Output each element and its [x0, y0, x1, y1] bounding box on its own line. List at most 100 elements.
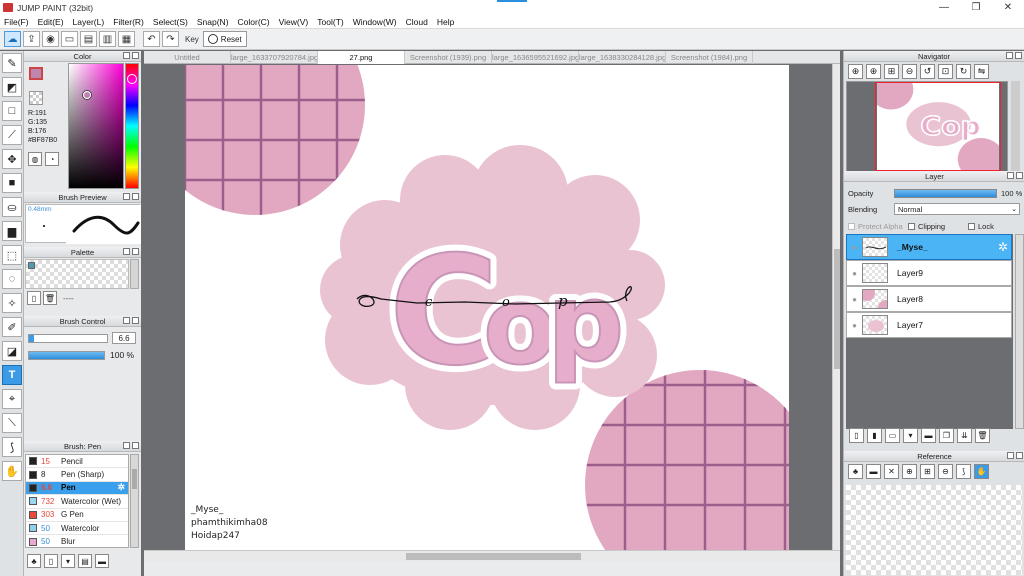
- eyedropper-tool-icon[interactable]: ⟆: [2, 437, 22, 457]
- hue-slider[interactable]: [125, 63, 139, 189]
- layer-row[interactable]: ● _Myse_ ✲: [846, 234, 1012, 260]
- new-palette-icon[interactable]: ▯: [27, 291, 41, 305]
- canvas-area[interactable]: C C o o p p c o p _Myse_ phamthikimha08 …: [144, 64, 832, 550]
- bucket-tool-icon[interactable]: ⛀: [2, 197, 22, 217]
- panel-close-icon[interactable]: [132, 317, 139, 324]
- tab-document[interactable]: Screenshot (1939).png: [405, 51, 492, 64]
- panel-close-icon[interactable]: [132, 52, 139, 59]
- palette-swatch[interactable]: [28, 262, 35, 269]
- brush-tool-icon[interactable]: ✎: [2, 53, 22, 73]
- panel-menu-icon[interactable]: [123, 193, 130, 200]
- visibility-icon[interactable]: ●: [847, 321, 862, 330]
- hue-slider-handle[interactable]: [127, 74, 137, 84]
- layer-row[interactable]: ● Layer8: [846, 286, 1012, 312]
- layer-list-scrollbar[interactable]: [1015, 234, 1024, 429]
- move-tool-icon[interactable]: ✥: [2, 149, 22, 169]
- panel-close-icon[interactable]: [132, 248, 139, 255]
- zoom-out-icon[interactable]: ⊖: [938, 464, 953, 479]
- drawing-canvas[interactable]: C C o o p p c o p _Myse_ phamthikimha08 …: [185, 65, 789, 550]
- close-icon[interactable]: ✕: [884, 464, 899, 479]
- menu-cloud[interactable]: Cloud: [406, 17, 428, 27]
- transparent-color-swatch[interactable]: [29, 91, 43, 105]
- rectangle-tool-icon[interactable]: □: [2, 101, 22, 121]
- tab-untitled[interactable]: Untitled: [144, 51, 231, 64]
- color-picker-cursor[interactable]: [83, 91, 91, 99]
- document-icon[interactable]: ▤: [80, 31, 97, 47]
- lock-checkbox[interactable]: Lock: [968, 222, 994, 231]
- gradient-tool-icon[interactable]: ▆: [2, 221, 22, 241]
- export-icon[interactable]: ⇪: [23, 31, 40, 47]
- menu-tool[interactable]: Tool(T): [317, 17, 343, 27]
- tab-document[interactable]: Screenshot (1984).png: [666, 51, 753, 64]
- fit-screen-icon[interactable]: ⊞: [884, 64, 899, 79]
- panel-close-icon[interactable]: [132, 193, 139, 200]
- brush-item-pencil[interactable]: 15 Pencil: [26, 455, 128, 469]
- eyedropper-icon[interactable]: ⟆: [956, 464, 971, 479]
- line-tool-icon[interactable]: ⟋: [2, 125, 22, 145]
- saturation-value-picker[interactable]: [68, 63, 124, 189]
- visibility-icon[interactable]: ●: [847, 295, 862, 304]
- menu-layer[interactable]: Layer(L): [73, 17, 105, 27]
- clipping-checkbox[interactable]: Clipping: [908, 222, 945, 231]
- lasso-tool-icon[interactable]: ◌: [2, 269, 22, 289]
- grid-settings-icon[interactable]: ▦: [118, 31, 135, 47]
- duplicate-layer-icon[interactable]: ❐: [939, 428, 954, 443]
- menu-view[interactable]: View(V): [279, 17, 309, 27]
- new-8bit-layer-icon[interactable]: ▮: [867, 428, 882, 443]
- fill-shape-tool-icon[interactable]: ■: [2, 173, 22, 193]
- brush-item-g-pen[interactable]: 303 G Pen: [26, 509, 128, 522]
- layer-folder-icon[interactable]: ▬: [921, 428, 936, 443]
- scrollbar-thumb[interactable]: [834, 249, 840, 369]
- flip-icon[interactable]: ⇋: [974, 64, 989, 79]
- magic-wand-tool-icon[interactable]: ✧: [2, 293, 22, 313]
- fit-screen-icon[interactable]: ⊞: [920, 464, 935, 479]
- gear-icon[interactable]: ✲: [117, 482, 125, 493]
- text-tool-icon[interactable]: T: [2, 365, 22, 385]
- blending-select[interactable]: Normal ⌄: [894, 203, 1020, 215]
- foreground-color-swatch[interactable]: [29, 67, 43, 80]
- layer-opacity-slider[interactable]: [894, 189, 997, 198]
- message-icon[interactable]: ▭: [61, 31, 78, 47]
- color-palette-icon[interactable]: ◍: [28, 152, 42, 166]
- delete-layer-icon[interactable]: 🗑: [975, 428, 990, 443]
- menu-help[interactable]: Help: [437, 17, 454, 27]
- palette-scrollbar[interactable]: [130, 259, 139, 289]
- panel-close-icon[interactable]: [1016, 172, 1023, 179]
- navigator-viewport-frame[interactable]: [875, 82, 1001, 171]
- pages-icon[interactable]: ▥: [99, 31, 116, 47]
- hand-icon[interactable]: ✋: [974, 464, 989, 479]
- panel-close-icon[interactable]: [1016, 452, 1023, 459]
- brush-item-pen-sharp[interactable]: 8 Pen (Sharp): [26, 468, 128, 482]
- canvas-horizontal-scrollbar[interactable]: [144, 550, 840, 562]
- menu-select[interactable]: Select(S): [153, 17, 188, 27]
- brush-menu-icon[interactable]: ▾: [61, 554, 75, 568]
- brush-item-watercolor[interactable]: 50 Watercolor: [26, 522, 128, 536]
- brush-item-watercolor-wet[interactable]: 732 Watercolor (Wet): [26, 495, 128, 509]
- brush-item-blur[interactable]: 50 Blur: [26, 535, 128, 547]
- visibility-icon[interactable]: ●: [847, 269, 862, 278]
- operation-tool-icon[interactable]: ⌖: [2, 389, 22, 409]
- panel-menu-icon[interactable]: [123, 248, 130, 255]
- navigator-view[interactable]: Cop: [846, 81, 1008, 172]
- brush-size-input[interactable]: 6.6: [112, 332, 136, 344]
- merge-layer-icon[interactable]: ⇊: [957, 428, 972, 443]
- cloud-icon[interactable]: ☁: [4, 31, 21, 47]
- panel-menu-icon[interactable]: [1006, 52, 1013, 59]
- reset-view-icon[interactable]: ⊡: [938, 64, 953, 79]
- rotate-left-icon[interactable]: ↺: [920, 64, 935, 79]
- tab-document[interactable]: large_1633707920784.jpg: [231, 51, 318, 64]
- open-folder-icon[interactable]: ▬: [866, 464, 881, 479]
- hand-tool-icon[interactable]: ✋: [2, 461, 22, 481]
- protect-alpha-checkbox[interactable]: Protect Alpha: [848, 222, 903, 231]
- brush-list-scrollbar[interactable]: [130, 454, 139, 548]
- tab-active-document[interactable]: 27.png: [318, 51, 405, 64]
- new-1bit-layer-icon[interactable]: ▭: [885, 428, 900, 443]
- panel-menu-icon[interactable]: [123, 442, 130, 449]
- panel-menu-icon[interactable]: [1007, 452, 1014, 459]
- brush-size-slider[interactable]: [28, 334, 108, 343]
- delete-palette-icon[interactable]: 🗑: [43, 291, 57, 305]
- canvas-vertical-scrollbar[interactable]: [832, 64, 840, 550]
- zoom-out-icon[interactable]: ⊖: [902, 64, 917, 79]
- navigator-scrollbar[interactable]: [1011, 81, 1020, 172]
- visibility-icon[interactable]: ●: [847, 243, 862, 252]
